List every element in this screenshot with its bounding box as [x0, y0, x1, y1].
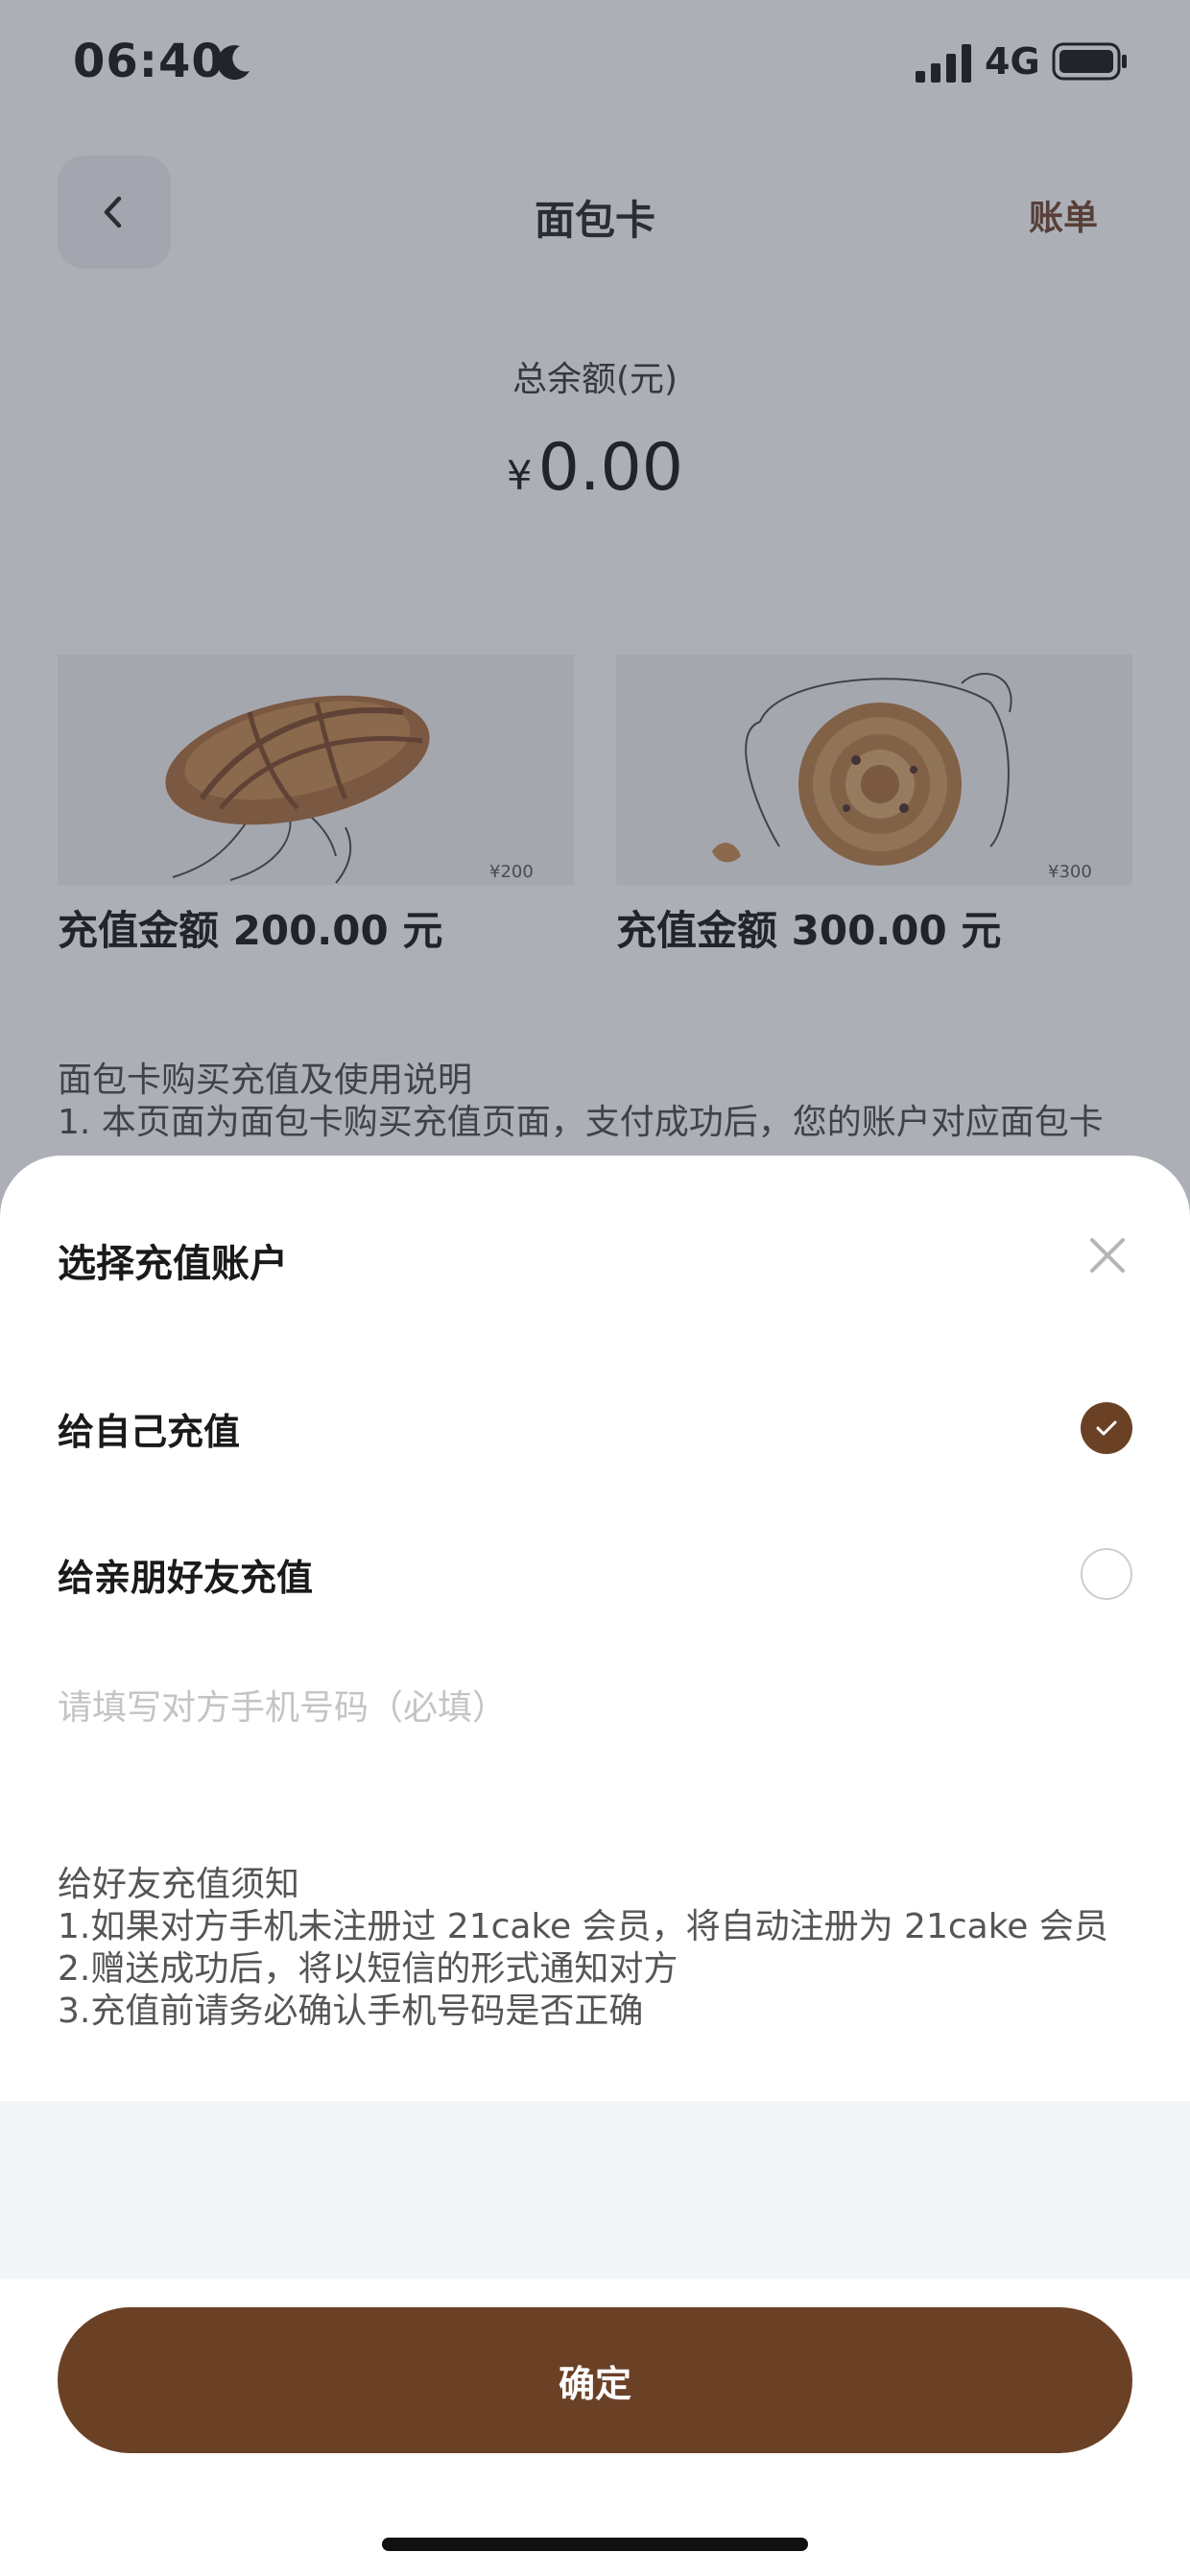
radio-checked[interactable]: [1081, 1402, 1132, 1454]
recharge-page: 06:40 4G 面包卡 账单 总余额(元) ¥0.00 ¥200 充值金额 2…: [0, 0, 1190, 2576]
friend-recharge-notice: 给好友充值须知 1.如果对方手机未注册过 21cake 会员，将自动注册为 21…: [58, 1864, 1132, 2033]
confirm-button[interactable]: 确定: [58, 2307, 1132, 2453]
notice-line: 2.赠送成功后，将以短信的形式通知对方: [58, 1949, 678, 1989]
notice-line: 3.充值前请务必确认手机号码是否正确: [58, 1992, 644, 2031]
option-self-recharge[interactable]: 给自己充值: [58, 1390, 1132, 1467]
notice-line: 1.如果对方手机未注册过 21cake 会员，将自动注册为 21cake 会员: [58, 1907, 1108, 1946]
sheet-title: 选择充值账户: [58, 1242, 288, 1286]
home-indicator: [382, 2538, 808, 2551]
close-icon[interactable]: [1086, 1234, 1129, 1276]
option-friend-recharge[interactable]: 给亲朋好友充值: [58, 1536, 1132, 1612]
radio-unchecked[interactable]: [1081, 1548, 1132, 1600]
divider-band: [0, 2101, 1190, 2279]
option-label: 给自己充值: [58, 1410, 241, 1453]
check-icon: [1096, 1420, 1117, 1436]
option-label: 给亲朋好友充值: [58, 1556, 314, 1599]
notice-title: 给好友充值须知: [58, 1865, 300, 1904]
phone-input[interactable]: [58, 1674, 1132, 1741]
recharge-account-sheet: 选择充值账户 给自己充值 给亲朋好友充值 给好友充值须知 1.如果对方手机未注册…: [0, 1156, 1190, 2576]
